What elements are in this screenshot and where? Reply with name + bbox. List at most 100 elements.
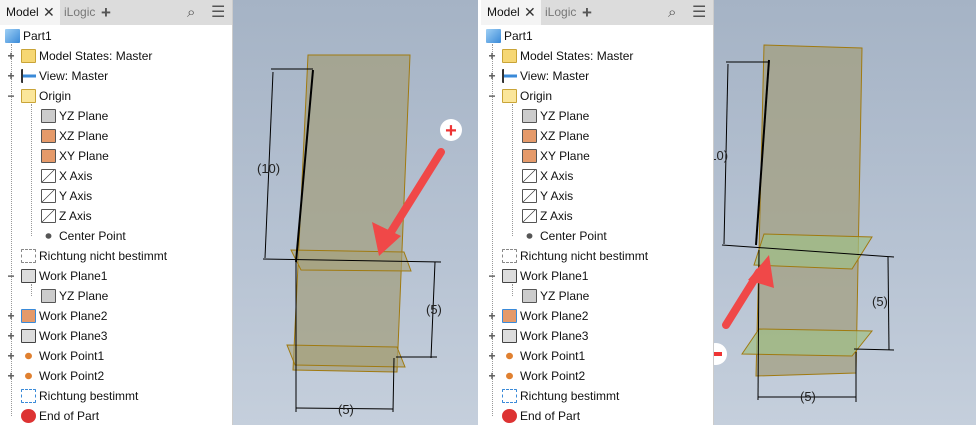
tree-item[interactable]: Work Plane2 bbox=[21, 306, 107, 326]
add-tab-icon[interactable]: + bbox=[582, 0, 592, 25]
tree-item[interactable]: Work Point1 bbox=[502, 346, 585, 366]
tree-item[interactable]: View: Master bbox=[502, 66, 589, 86]
tree-item-label: Work Plane2 bbox=[520, 309, 589, 323]
search-icon[interactable]: ⌕ bbox=[187, 0, 195, 25]
graphics-viewport[interactable]: (10) (5) (5) bbox=[714, 0, 976, 425]
tree-item[interactable]: Work Plane2 bbox=[502, 306, 588, 326]
axis-icon bbox=[522, 209, 537, 223]
tree-item[interactable]: Z Axis bbox=[522, 206, 573, 226]
close-tab-icon[interactable]: ✕ bbox=[43, 0, 55, 25]
model-browser: Model ✕ iLogic + ⌕ ☰ Part1 + Model States: Maste… bbox=[481, 0, 714, 425]
workplane-icon bbox=[502, 329, 517, 343]
axis-icon bbox=[41, 209, 56, 223]
tree-item[interactable]: End of Part bbox=[502, 406, 580, 426]
workpoint-icon bbox=[502, 349, 517, 363]
tree-item[interactable]: YZ Plane bbox=[41, 286, 108, 306]
tab-ilogic[interactable]: iLogic bbox=[64, 0, 95, 25]
expand-toggle[interactable]: − bbox=[6, 266, 16, 286]
tree-item[interactable]: Model States: Master bbox=[502, 46, 633, 66]
svg-text:+: + bbox=[445, 120, 457, 142]
sketch-icon bbox=[21, 249, 36, 263]
dimension-10: (10) bbox=[257, 161, 280, 176]
tree-item[interactable]: YZ Plane bbox=[522, 106, 589, 126]
browser-tabs: Model ✕ iLogic + ⌕ ☰ bbox=[0, 0, 232, 25]
tree-item[interactable]: X Axis bbox=[522, 166, 573, 186]
tree-item[interactable]: Work Plane1 bbox=[502, 266, 588, 286]
graphics-viewport[interactable]: (10) (5) (5) + bbox=[233, 0, 478, 425]
expand-toggle[interactable]: + bbox=[6, 66, 16, 86]
tree-item[interactable]: Richtung bestimmt bbox=[21, 386, 138, 406]
expand-toggle[interactable]: + bbox=[6, 366, 16, 386]
expand-toggle[interactable]: + bbox=[487, 46, 497, 66]
tree-item[interactable]: Model States: Master bbox=[21, 46, 152, 66]
add-tab-icon[interactable]: + bbox=[101, 0, 111, 25]
workplane-icon bbox=[502, 269, 517, 283]
tree-item[interactable]: Center Point bbox=[41, 226, 126, 246]
tree-item[interactable]: Work Plane3 bbox=[21, 326, 107, 346]
tree-item[interactable]: Work Point1 bbox=[21, 346, 104, 366]
tree-item-label: Work Point1 bbox=[520, 349, 586, 363]
tree-item[interactable]: Center Point bbox=[522, 226, 607, 246]
tree-item[interactable]: Work Point2 bbox=[21, 366, 104, 386]
tree-item[interactable]: X Axis bbox=[41, 166, 92, 186]
expand-toggle[interactable]: + bbox=[6, 346, 16, 366]
tree-item[interactable]: XZ Plane bbox=[41, 126, 108, 146]
expand-toggle[interactable]: + bbox=[487, 326, 497, 346]
tree-item-label: Richtung bestimmt bbox=[39, 389, 139, 403]
expand-toggle[interactable]: − bbox=[487, 86, 497, 106]
expand-toggle[interactable]: + bbox=[487, 66, 497, 86]
tree-item[interactable]: Work Plane1 bbox=[21, 266, 107, 286]
dimension-5-vertical: (5) bbox=[872, 294, 888, 309]
expand-toggle[interactable]: + bbox=[6, 326, 16, 346]
expand-toggle[interactable]: + bbox=[6, 46, 16, 66]
tree-item[interactable]: Part1 bbox=[5, 26, 52, 46]
tree-item-label: X Axis bbox=[540, 169, 574, 183]
tree-item-label: Part1 bbox=[504, 29, 533, 43]
tree-item[interactable]: Z Axis bbox=[41, 206, 92, 226]
expand-toggle[interactable]: − bbox=[6, 86, 16, 106]
menu-icon[interactable]: ☰ bbox=[692, 0, 706, 25]
menu-icon[interactable]: ☰ bbox=[211, 0, 225, 25]
tree-item[interactable]: Work Plane3 bbox=[502, 326, 588, 346]
end-icon bbox=[21, 409, 36, 423]
tree-item[interactable]: Richtung nicht bestimmt bbox=[502, 246, 648, 266]
tree-item[interactable]: Richtung nicht bestimmt bbox=[21, 246, 167, 266]
workplane-icon bbox=[21, 269, 36, 283]
sketch-blue-icon bbox=[502, 389, 517, 403]
close-tab-icon[interactable]: ✕ bbox=[524, 0, 536, 25]
tree-item[interactable]: Richtung bestimmt bbox=[502, 386, 619, 406]
tree-item-label: View: Master bbox=[39, 69, 109, 83]
tree-item[interactable]: Y Axis bbox=[41, 186, 92, 206]
tree-item[interactable]: View: Master bbox=[21, 66, 108, 86]
expand-toggle[interactable]: + bbox=[487, 366, 497, 386]
browser-tabs: Model ✕ iLogic + ⌕ ☰ bbox=[481, 0, 713, 25]
tree-item-label: Richtung nicht bestimmt bbox=[39, 249, 168, 263]
tree-item[interactable]: Origin bbox=[502, 86, 552, 106]
expand-toggle[interactable]: + bbox=[6, 306, 16, 326]
model-browser: Model ✕ iLogic + ⌕ ☰ Part1 + Model States: Maste… bbox=[0, 0, 233, 425]
view-icon bbox=[21, 69, 36, 83]
axis-icon bbox=[522, 169, 537, 183]
tree-item[interactable]: Origin bbox=[21, 86, 71, 106]
tree-item[interactable]: End of Part bbox=[21, 406, 99, 426]
tree-item[interactable]: Work Point2 bbox=[502, 366, 585, 386]
tree-item-label: Richtung nicht bestimmt bbox=[520, 249, 649, 263]
tree-item-label: Origin bbox=[520, 89, 553, 103]
expand-toggle[interactable]: + bbox=[487, 306, 497, 326]
tree-item[interactable]: Part1 bbox=[486, 26, 533, 46]
tree-item[interactable]: YZ Plane bbox=[522, 286, 589, 306]
tree-item[interactable]: XZ Plane bbox=[522, 126, 589, 146]
expand-toggle[interactable]: + bbox=[487, 346, 497, 366]
tree-item[interactable]: Y Axis bbox=[522, 186, 573, 206]
tree-item-label: View: Master bbox=[520, 69, 590, 83]
folder-icon bbox=[502, 49, 517, 63]
tree-item[interactable]: XY Plane bbox=[41, 146, 109, 166]
tree-item-label: Y Axis bbox=[59, 189, 93, 203]
tree-item-label: Model States: Master bbox=[39, 49, 153, 63]
tree-item[interactable]: YZ Plane bbox=[41, 106, 108, 126]
tab-ilogic[interactable]: iLogic bbox=[545, 0, 576, 25]
search-icon[interactable]: ⌕ bbox=[668, 0, 676, 25]
expand-toggle[interactable]: − bbox=[487, 266, 497, 286]
tree-item-label: Origin bbox=[39, 89, 72, 103]
tree-item[interactable]: XY Plane bbox=[522, 146, 590, 166]
